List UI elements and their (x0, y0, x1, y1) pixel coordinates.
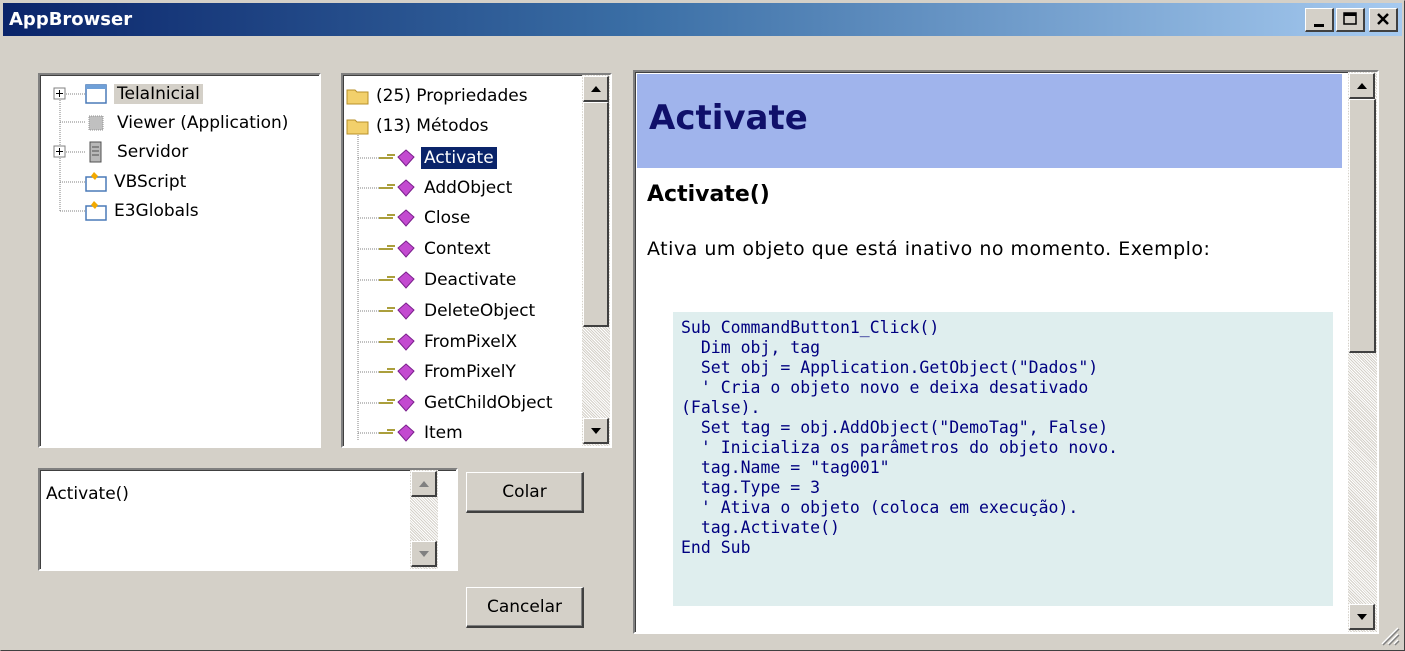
scroll-thumb[interactable] (1349, 99, 1376, 353)
scroll-up-button[interactable] (1349, 73, 1375, 99)
minimize-icon (1314, 24, 1324, 27)
method-icon (379, 333, 415, 351)
tree-item-label: Servidor (117, 142, 189, 162)
method-icon (379, 424, 415, 442)
scroll-up-button[interactable] (411, 471, 437, 497)
method-label: DeleteObject (424, 301, 536, 321)
method-item-item[interactable]: Item (379, 419, 463, 446)
method-item-activate[interactable]: Activate (379, 144, 497, 172)
method-label: Item (424, 423, 463, 443)
tree-item-label: VBScript (114, 172, 187, 192)
tree-item-label: E3Globals (114, 201, 199, 221)
folder-label: (25) Propriedades (376, 86, 528, 106)
scroll-down-button[interactable] (583, 418, 609, 444)
folder-methods[interactable]: (13) Métodos (346, 112, 489, 140)
help-signature: Activate() (647, 182, 770, 207)
method-item-deactivate[interactable]: Deactivate (379, 266, 516, 294)
method-item-frompixely[interactable]: FromPixelY (379, 358, 516, 386)
help-header: Activate (637, 74, 1342, 168)
scroll-up-button[interactable] (583, 76, 609, 102)
syntax-text: Activate() (46, 484, 129, 504)
tree-item-label: TelaInicial (114, 84, 203, 104)
tree-item-vbscript[interactable]: VBScript (84, 168, 186, 196)
method-label: FromPixelY (424, 362, 516, 382)
folder-open-icon (346, 119, 369, 135)
cancel-button[interactable]: Cancelar (466, 587, 584, 628)
arrow-down-icon (1357, 614, 1367, 620)
viewer-icon (88, 115, 104, 131)
code-example: Sub CommandButton1_Click() Dim obj, tag … (673, 312, 1333, 606)
scroll-down-button[interactable] (411, 541, 437, 567)
resize-grip-icon[interactable] (1378, 624, 1400, 646)
member-list-scrollbar[interactable] (582, 75, 610, 446)
scroll-down-button[interactable] (1349, 604, 1375, 630)
help-panel[interactable]: Activate Activate() Ativa um objeto que … (633, 70, 1379, 634)
arrow-down-icon (419, 551, 429, 557)
method-item-deleteobject[interactable]: DeleteObject (379, 297, 535, 325)
method-icon (379, 271, 415, 289)
method-label: GetChildObject (424, 393, 553, 413)
appbrowser-window: AppBrowser TelaInicial Viewer (Applicati… (0, 0, 1405, 651)
title-bar[interactable]: AppBrowser (3, 3, 1402, 36)
method-item-context[interactable]: Context (379, 235, 491, 263)
server-icon (89, 141, 102, 163)
maximize-button[interactable] (1336, 8, 1365, 32)
method-icon (379, 363, 415, 381)
tree-item-e3globals[interactable]: E3Globals (84, 197, 199, 225)
tree-item-telainicial[interactable]: TelaInicial (84, 80, 203, 108)
help-description: Ativa um objeto que está inativo no mome… (647, 238, 1211, 260)
syntax-scrollbar[interactable] (410, 470, 438, 569)
arrow-up-icon (1357, 83, 1367, 89)
method-icon (379, 394, 415, 412)
method-label: FromPixelX (424, 332, 518, 352)
scroll-thumb[interactable] (583, 102, 609, 327)
method-item-frompixelx[interactable]: FromPixelX (379, 328, 517, 356)
expander-telainicial-icon (53, 87, 66, 100)
arrow-up-icon (419, 481, 429, 487)
close-icon (1377, 13, 1389, 25)
help-title: Activate (649, 98, 808, 138)
paste-button[interactable]: Colar (466, 472, 584, 513)
library-icon (85, 172, 107, 192)
method-icon (379, 240, 415, 258)
screen-icon (85, 84, 107, 104)
code-text: Sub CommandButton1_Click() Dim obj, tag … (681, 318, 1119, 557)
method-label: AddObject (424, 178, 513, 198)
method-icon (379, 302, 415, 320)
method-icon (379, 209, 415, 227)
method-icon (379, 179, 415, 197)
method-label: Deactivate (424, 270, 517, 290)
folder-label: (13) Métodos (376, 116, 489, 136)
method-label: Activate (421, 147, 497, 169)
folder-properties[interactable]: (25) Propriedades (346, 82, 528, 110)
library-icon (85, 201, 107, 221)
syntax-box[interactable]: Activate() (38, 468, 458, 571)
tree-item-servidor[interactable]: Servidor (84, 138, 188, 166)
method-icon (379, 149, 415, 167)
tree-item-label: Viewer (Application) (117, 113, 289, 133)
arrow-down-icon (591, 428, 601, 434)
help-scrollbar[interactable] (1348, 72, 1377, 632)
method-item-addobject[interactable]: AddObject (379, 174, 512, 202)
close-button[interactable] (1369, 8, 1398, 32)
arrow-up-icon (591, 86, 601, 92)
window-title: AppBrowser (9, 9, 133, 30)
object-tree[interactable]: TelaInicial Viewer (Application) Servido… (38, 73, 321, 448)
maximize-icon (1343, 12, 1357, 25)
folder-icon (346, 89, 369, 105)
minimize-button[interactable] (1305, 8, 1334, 32)
method-item-getchildobject[interactable]: GetChildObject (379, 389, 553, 417)
method-label: Context (424, 239, 491, 259)
tree-item-viewer[interactable]: Viewer (Application) (84, 109, 288, 137)
method-item-close[interactable]: Close (379, 204, 470, 232)
expander-servidor-icon (53, 145, 66, 158)
method-label: Close (424, 208, 471, 228)
member-list[interactable]: (25) Propriedades (13) Métodos Activate … (341, 73, 612, 448)
